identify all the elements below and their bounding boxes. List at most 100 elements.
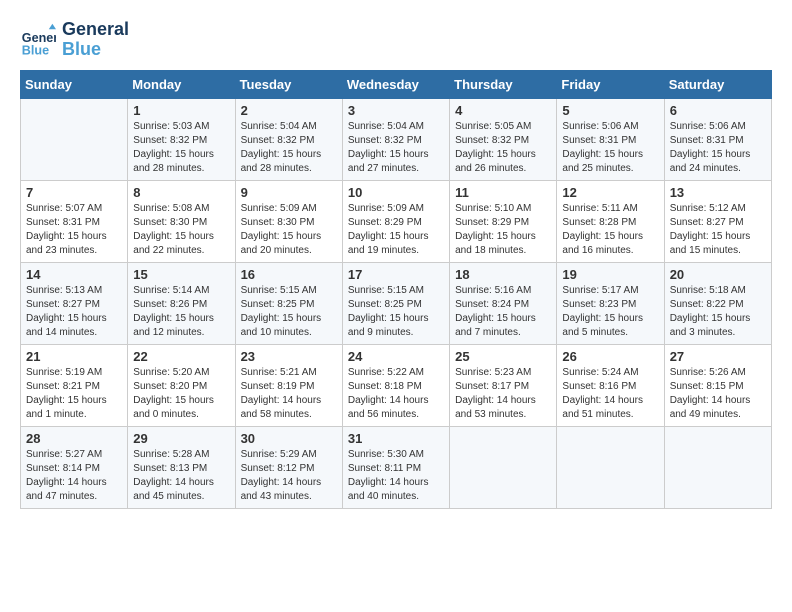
day-content: Sunrise: 5:17 AM Sunset: 8:23 PM Dayligh… xyxy=(562,284,658,340)
day-cell: 1 Sunrise: 5:03 AM Sunset: 8:32 PM Daylig… xyxy=(128,98,235,180)
day-cell xyxy=(664,426,771,508)
day-cell: 5 Sunrise: 5:06 AM Sunset: 8:31 PM Daylig… xyxy=(557,98,664,180)
day-number: 26 xyxy=(562,349,658,364)
day-content: Sunrise: 5:03 AM Sunset: 8:32 PM Dayligh… xyxy=(133,120,229,176)
day-cell: 22 Sunrise: 5:20 AM Sunset: 8:20 PM Dayli… xyxy=(128,344,235,426)
day-number: 10 xyxy=(348,185,444,200)
day-content: Sunrise: 5:14 AM Sunset: 8:26 PM Dayligh… xyxy=(133,284,229,340)
day-number: 9 xyxy=(241,185,337,200)
day-content: Sunrise: 5:09 AM Sunset: 8:30 PM Dayligh… xyxy=(241,202,337,258)
day-cell: 24 Sunrise: 5:22 AM Sunset: 8:18 PM Dayli… xyxy=(342,344,449,426)
day-content: Sunrise: 5:15 AM Sunset: 8:25 PM Dayligh… xyxy=(348,284,444,340)
header-monday: Monday xyxy=(128,70,235,98)
logo-icon: General Blue xyxy=(20,22,56,58)
day-cell: 30 Sunrise: 5:29 AM Sunset: 8:12 PM Dayli… xyxy=(235,426,342,508)
calendar-header-row: SundayMondayTuesdayWednesdayThursdayFrid… xyxy=(21,70,772,98)
day-content: Sunrise: 5:06 AM Sunset: 8:31 PM Dayligh… xyxy=(562,120,658,176)
day-number: 4 xyxy=(455,103,551,118)
day-number: 15 xyxy=(133,267,229,282)
day-content: Sunrise: 5:29 AM Sunset: 8:12 PM Dayligh… xyxy=(241,448,337,504)
day-cell xyxy=(21,98,128,180)
day-number: 24 xyxy=(348,349,444,364)
day-number: 17 xyxy=(348,267,444,282)
day-content: Sunrise: 5:09 AM Sunset: 8:29 PM Dayligh… xyxy=(348,202,444,258)
day-content: Sunrise: 5:18 AM Sunset: 8:22 PM Dayligh… xyxy=(670,284,766,340)
day-number: 8 xyxy=(133,185,229,200)
day-content: Sunrise: 5:22 AM Sunset: 8:18 PM Dayligh… xyxy=(348,366,444,422)
day-number: 23 xyxy=(241,349,337,364)
day-number: 28 xyxy=(26,431,122,446)
header-thursday: Thursday xyxy=(450,70,557,98)
day-content: Sunrise: 5:06 AM Sunset: 8:31 PM Dayligh… xyxy=(670,120,766,176)
day-content: Sunrise: 5:15 AM Sunset: 8:25 PM Dayligh… xyxy=(241,284,337,340)
day-number: 1 xyxy=(133,103,229,118)
day-content: Sunrise: 5:12 AM Sunset: 8:27 PM Dayligh… xyxy=(670,202,766,258)
day-number: 14 xyxy=(26,267,122,282)
day-content: Sunrise: 5:10 AM Sunset: 8:29 PM Dayligh… xyxy=(455,202,551,258)
day-content: Sunrise: 5:04 AM Sunset: 8:32 PM Dayligh… xyxy=(241,120,337,176)
week-row-1: 1 Sunrise: 5:03 AM Sunset: 8:32 PM Daylig… xyxy=(21,98,772,180)
day-number: 5 xyxy=(562,103,658,118)
day-number: 7 xyxy=(26,185,122,200)
day-cell: 28 Sunrise: 5:27 AM Sunset: 8:14 PM Dayli… xyxy=(21,426,128,508)
day-number: 25 xyxy=(455,349,551,364)
week-row-5: 28 Sunrise: 5:27 AM Sunset: 8:14 PM Dayli… xyxy=(21,426,772,508)
day-cell: 27Sunrise: 5:26 AM Sunset: 8:15 PM Dayli… xyxy=(664,344,771,426)
day-content: Sunrise: 5:07 AM Sunset: 8:31 PM Dayligh… xyxy=(26,202,122,258)
week-row-2: 7 Sunrise: 5:07 AM Sunset: 8:31 PM Daylig… xyxy=(21,180,772,262)
day-number: 22 xyxy=(133,349,229,364)
day-cell: 18Sunrise: 5:16 AM Sunset: 8:24 PM Dayli… xyxy=(450,262,557,344)
day-content: Sunrise: 5:24 AM Sunset: 8:16 PM Dayligh… xyxy=(562,366,658,422)
week-row-4: 21 Sunrise: 5:19 AM Sunset: 8:21 PM Dayli… xyxy=(21,344,772,426)
svg-text:Blue: Blue xyxy=(22,43,49,57)
day-number: 31 xyxy=(348,431,444,446)
day-cell: 4 Sunrise: 5:05 AM Sunset: 8:32 PM Daylig… xyxy=(450,98,557,180)
day-cell: 8 Sunrise: 5:08 AM Sunset: 8:30 PM Daylig… xyxy=(128,180,235,262)
header-sunday: Sunday xyxy=(21,70,128,98)
day-content: Sunrise: 5:08 AM Sunset: 8:30 PM Dayligh… xyxy=(133,202,229,258)
header-wednesday: Wednesday xyxy=(342,70,449,98)
day-content: Sunrise: 5:26 AM Sunset: 8:15 PM Dayligh… xyxy=(670,366,766,422)
day-number: 21 xyxy=(26,349,122,364)
day-cell xyxy=(450,426,557,508)
day-cell: 23 Sunrise: 5:21 AM Sunset: 8:19 PM Dayli… xyxy=(235,344,342,426)
logo: General Blue General Blue xyxy=(20,20,129,60)
day-cell: 15 Sunrise: 5:14 AM Sunset: 8:26 PM Dayli… xyxy=(128,262,235,344)
day-content: Sunrise: 5:19 AM Sunset: 8:21 PM Dayligh… xyxy=(26,366,122,422)
day-cell: 6 Sunrise: 5:06 AM Sunset: 8:31 PM Daylig… xyxy=(664,98,771,180)
day-number: 11 xyxy=(455,185,551,200)
day-number: 6 xyxy=(670,103,766,118)
day-cell: 14Sunrise: 5:13 AM Sunset: 8:27 PM Dayli… xyxy=(21,262,128,344)
day-cell: 12Sunrise: 5:11 AM Sunset: 8:28 PM Dayli… xyxy=(557,180,664,262)
header-tuesday: Tuesday xyxy=(235,70,342,98)
day-number: 3 xyxy=(348,103,444,118)
day-content: Sunrise: 5:28 AM Sunset: 8:13 PM Dayligh… xyxy=(133,448,229,504)
day-cell: 21 Sunrise: 5:19 AM Sunset: 8:21 PM Dayli… xyxy=(21,344,128,426)
day-content: Sunrise: 5:30 AM Sunset: 8:11 PM Dayligh… xyxy=(348,448,444,504)
day-number: 29 xyxy=(133,431,229,446)
day-cell: 20 Sunrise: 5:18 AM Sunset: 8:22 PM Dayli… xyxy=(664,262,771,344)
day-cell: 10 Sunrise: 5:09 AM Sunset: 8:29 PM Dayli… xyxy=(342,180,449,262)
day-content: Sunrise: 5:11 AM Sunset: 8:28 PM Dayligh… xyxy=(562,202,658,258)
header-saturday: Saturday xyxy=(664,70,771,98)
day-cell: 9 Sunrise: 5:09 AM Sunset: 8:30 PM Daylig… xyxy=(235,180,342,262)
day-cell xyxy=(557,426,664,508)
day-number: 30 xyxy=(241,431,337,446)
day-number: 20 xyxy=(670,267,766,282)
calendar-table: SundayMondayTuesdayWednesdayThursdayFrid… xyxy=(20,70,772,509)
day-content: Sunrise: 5:21 AM Sunset: 8:19 PM Dayligh… xyxy=(241,366,337,422)
day-content: Sunrise: 5:20 AM Sunset: 8:20 PM Dayligh… xyxy=(133,366,229,422)
day-content: Sunrise: 5:04 AM Sunset: 8:32 PM Dayligh… xyxy=(348,120,444,176)
day-cell: 11 Sunrise: 5:10 AM Sunset: 8:29 PM Dayli… xyxy=(450,180,557,262)
day-content: Sunrise: 5:05 AM Sunset: 8:32 PM Dayligh… xyxy=(455,120,551,176)
day-cell: 19Sunrise: 5:17 AM Sunset: 8:23 PM Dayli… xyxy=(557,262,664,344)
day-number: 2 xyxy=(241,103,337,118)
day-content: Sunrise: 5:27 AM Sunset: 8:14 PM Dayligh… xyxy=(26,448,122,504)
day-cell: 26 Sunrise: 5:24 AM Sunset: 8:16 PM Dayli… xyxy=(557,344,664,426)
day-content: Sunrise: 5:23 AM Sunset: 8:17 PM Dayligh… xyxy=(455,366,551,422)
header-friday: Friday xyxy=(557,70,664,98)
day-cell: 17 Sunrise: 5:15 AM Sunset: 8:25 PM Dayli… xyxy=(342,262,449,344)
logo-text: General Blue xyxy=(62,20,129,60)
week-row-3: 14Sunrise: 5:13 AM Sunset: 8:27 PM Dayli… xyxy=(21,262,772,344)
day-number: 13 xyxy=(670,185,766,200)
